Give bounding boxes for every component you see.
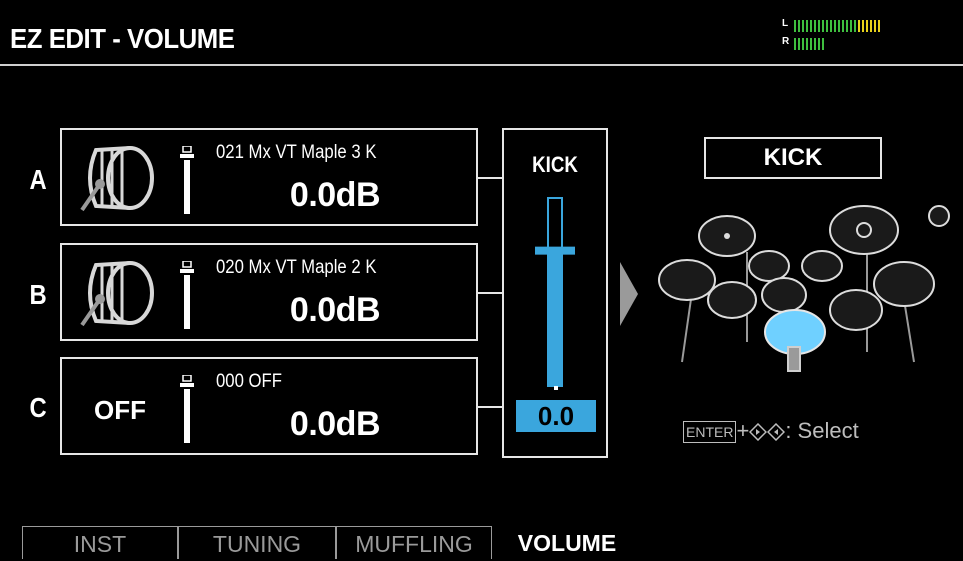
meter-segment	[814, 38, 816, 50]
meter-segment	[830, 20, 832, 32]
kick-drum-icon	[80, 261, 154, 327]
kick-pedal	[787, 346, 801, 372]
meter-segment	[810, 20, 812, 32]
header: EZ EDIT - VOLUME L R	[0, 10, 963, 66]
meter-segment	[874, 20, 876, 32]
slot-b-fader-icon	[180, 261, 194, 329]
meter-segment	[798, 38, 800, 50]
hint-action: : Select	[785, 418, 859, 443]
tom-3	[761, 277, 807, 313]
slot-a-letter: A	[29, 164, 47, 195]
mix-value: 0.0	[516, 400, 596, 432]
aux-pad	[928, 205, 950, 227]
ride-cymbal	[829, 205, 899, 255]
cursor-right-icon	[749, 423, 768, 442]
slot-b-instrument: 020 Mx VT Maple 2 K	[216, 257, 377, 278]
meter-right-label: R	[782, 36, 790, 47]
meter-segment	[818, 38, 820, 50]
tab-inst[interactable]: INST	[22, 526, 178, 559]
snare	[707, 281, 757, 319]
connector-b	[478, 292, 502, 294]
meter-segment	[858, 20, 860, 32]
meter-segment	[826, 20, 828, 32]
meter-segment	[834, 20, 836, 32]
meter-segment	[798, 20, 800, 32]
slot-b-letter: B	[29, 279, 47, 310]
meter-segment	[806, 38, 808, 50]
tab-muffling[interactable]: MUFFLING	[336, 526, 492, 559]
meter-segment	[806, 20, 808, 32]
enter-key-label: ENTER	[683, 421, 737, 444]
connector-a	[478, 177, 502, 179]
slot-c-instrument: 000 OFF	[216, 371, 282, 392]
mix-fader[interactable]	[531, 196, 581, 392]
meter-left-bar	[794, 20, 880, 32]
slot-a[interactable]: 021 Mx VT Maple 3 K 0.0dB	[60, 128, 478, 226]
connector-c	[478, 406, 502, 408]
screen: EZ EDIT - VOLUME L R A 021 Mx VT Maple 3…	[0, 0, 963, 559]
meter-right-bar	[794, 38, 876, 50]
arrow-right-icon	[620, 262, 638, 326]
crash-cymbal-right	[873, 261, 935, 307]
mix-fader-box[interactable]: KICK 0.0	[502, 128, 608, 458]
slot-b-level: 0.0dB	[289, 291, 381, 329]
meter-segment	[794, 38, 796, 50]
page-title: EZ EDIT - VOLUME	[10, 23, 235, 54]
meter-segment	[870, 20, 872, 32]
meter-segment	[794, 20, 796, 32]
hihat	[658, 259, 716, 301]
meter-segment	[854, 20, 856, 32]
cursor-left-icon	[767, 423, 786, 442]
meter-segment	[802, 38, 804, 50]
slot-c-fader-icon	[180, 375, 194, 443]
meter-segment	[846, 20, 848, 32]
meter-segment	[862, 20, 864, 32]
floor-tom	[829, 289, 883, 331]
meter-segment	[866, 20, 868, 32]
slot-a-level: 0.0dB	[289, 176, 381, 214]
kick-drum-icon	[80, 146, 154, 212]
mix-title: KICK	[532, 152, 578, 177]
slot-c-letter: C	[29, 392, 47, 423]
slot-a-instrument: 021 Mx VT Maple 3 K	[216, 142, 377, 163]
meter-segment	[842, 20, 844, 32]
meter-segment	[802, 20, 804, 32]
slot-c[interactable]: OFF 000 OFF 0.0dB	[60, 357, 478, 455]
select-hint: ENTER + : Select	[683, 418, 859, 444]
selected-pad-label: KICK	[704, 137, 882, 179]
tab-tuning[interactable]: TUNING	[178, 526, 336, 559]
level-meter: L R	[782, 18, 880, 54]
meter-segment	[850, 20, 852, 32]
meter-segment	[838, 20, 840, 32]
slot-c-off-label: OFF	[94, 395, 146, 425]
meter-segment	[878, 20, 880, 32]
fader-zero-mark	[554, 386, 558, 390]
tab-volume[interactable]: VOLUME	[492, 526, 642, 559]
meter-segment	[818, 20, 820, 32]
slot-a-fader-icon	[180, 146, 194, 214]
hint-plus: +	[736, 418, 750, 443]
tom-2	[801, 250, 843, 282]
meter-segment	[810, 38, 812, 50]
meter-segment	[822, 38, 824, 50]
tab-bar: INST TUNING MUFFLING VOLUME	[0, 526, 963, 559]
meter-left-label: L	[782, 18, 789, 29]
meter-segment	[814, 20, 816, 32]
drum-kit-diagram[interactable]	[652, 192, 952, 382]
slot-b[interactable]: 020 Mx VT Maple 2 K 0.0dB	[60, 243, 478, 341]
slot-c-level: 0.0dB	[289, 405, 381, 443]
tom-1	[748, 250, 790, 282]
meter-segment	[822, 20, 824, 32]
